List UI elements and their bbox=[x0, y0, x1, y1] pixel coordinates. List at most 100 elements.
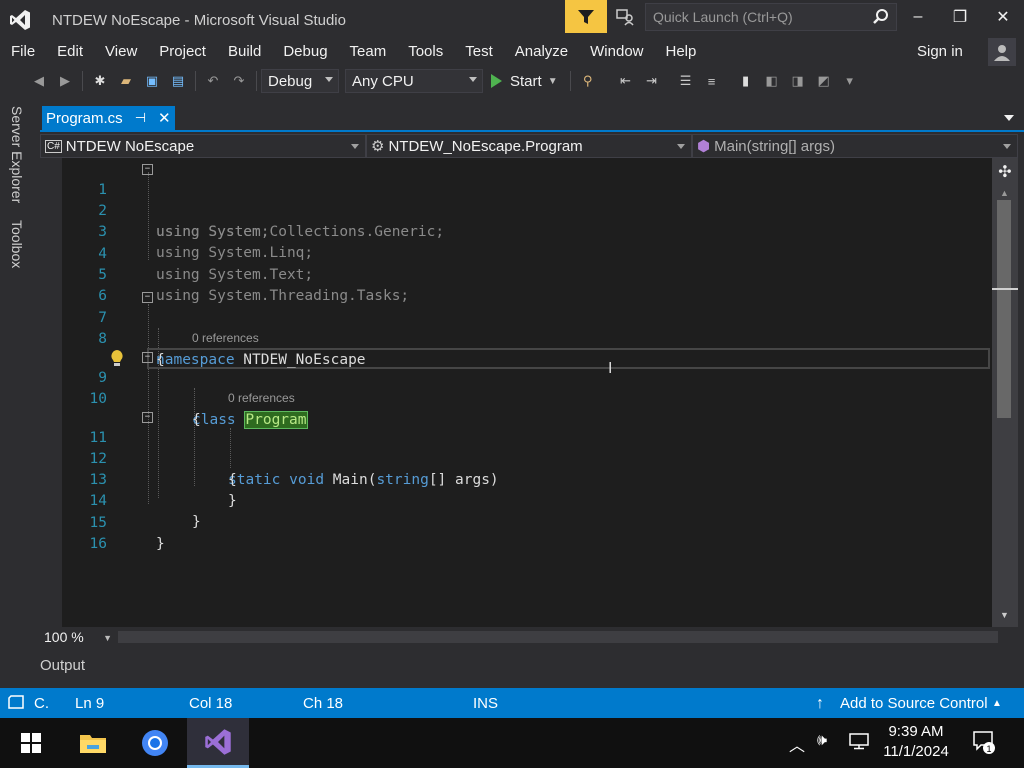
split-window-icon[interactable]: ✣ bbox=[995, 162, 1015, 182]
system-clock[interactable]: 9:39 AM 11/1/2024 bbox=[876, 722, 956, 762]
status-line: Ln 9 bbox=[75, 695, 105, 712]
new-project-icon[interactable]: ✱ bbox=[89, 70, 111, 92]
code-editor[interactable]: 1 − using System; 2 using System.Collect… bbox=[40, 158, 992, 627]
toolbox-tab[interactable]: Toolbox bbox=[9, 220, 25, 268]
search-icon[interactable] bbox=[872, 8, 890, 29]
standard-toolbar: ◀ ▶ ✱ ▰ ▣ ▤ ↶ ↷ Debug Any CPU Start ▼ ⚲ … bbox=[0, 66, 1024, 96]
tab-program-cs[interactable]: Program.cs ⊣ ✕ bbox=[42, 106, 175, 130]
account-avatar-icon[interactable] bbox=[988, 38, 1016, 66]
clear-bookmarks-icon[interactable]: ◩ bbox=[813, 70, 835, 92]
collapse-icon[interactable]: − bbox=[142, 164, 153, 175]
type-dropdown[interactable]: ⚙ NTDEW_NoEscape.Program bbox=[366, 134, 692, 158]
editor-horizontal-scrollbar[interactable] bbox=[118, 631, 998, 643]
code-line: 3 using System.Linq; bbox=[40, 201, 992, 261]
toolbar-separator bbox=[256, 71, 257, 91]
line-number: 16 bbox=[89, 536, 107, 552]
uncomment-lines-icon[interactable]: ≡ bbox=[701, 70, 723, 92]
scrollbar-thumb[interactable] bbox=[997, 200, 1011, 418]
chevron-down-icon bbox=[677, 144, 685, 149]
navigation-bar: C# NTDEW NoEscape ⚙ NTDEW_NoEscape.Progr… bbox=[40, 134, 1018, 158]
tab-overflow-dropdown-icon[interactable] bbox=[1004, 115, 1014, 121]
chevron-down-icon: ▼ bbox=[103, 633, 112, 643]
minimize-button[interactable]: – bbox=[897, 0, 939, 33]
indent-icon[interactable]: ⇥ bbox=[641, 70, 663, 92]
notification-filter-icon[interactable] bbox=[565, 0, 607, 33]
menu-window[interactable]: Window bbox=[579, 40, 654, 64]
save-icon[interactable]: ▣ bbox=[141, 70, 163, 92]
codelens-references[interactable]: 0 references bbox=[228, 391, 295, 405]
menu-file[interactable]: File bbox=[0, 40, 46, 64]
next-bookmark-icon[interactable]: ◨ bbox=[787, 70, 809, 92]
windows-start-icon[interactable] bbox=[0, 718, 62, 768]
solution-platform-dropdown[interactable]: Any CPU bbox=[345, 69, 483, 93]
pin-icon[interactable]: ⊣ bbox=[135, 110, 146, 126]
code-line: 10 { bbox=[40, 368, 992, 428]
menu-project[interactable]: Project bbox=[148, 40, 217, 64]
restore-button[interactable]: ❐ bbox=[939, 0, 981, 33]
solution-configuration-dropdown[interactable]: Debug bbox=[261, 69, 339, 93]
codelens-references[interactable]: 0 references bbox=[192, 331, 259, 345]
menu-view[interactable]: View bbox=[94, 40, 148, 64]
menu-edit[interactable]: Edit bbox=[46, 40, 94, 64]
chevron-down-icon bbox=[469, 77, 477, 82]
close-button[interactable]: ✕ bbox=[982, 0, 1024, 33]
code-line: 1 − using System; bbox=[40, 159, 992, 240]
server-explorer-tab[interactable]: Server Explorer bbox=[9, 106, 25, 203]
previous-bookmark-icon[interactable]: ◧ bbox=[761, 70, 783, 92]
volume-icon[interactable]: 🕪 bbox=[817, 732, 827, 750]
toolbar-overflow-icon[interactable]: ▾ bbox=[839, 70, 861, 92]
project-dropdown[interactable]: C# NTDEW NoEscape bbox=[40, 134, 366, 158]
comment-lines-icon[interactable]: ☰ bbox=[675, 70, 697, 92]
close-tab-icon[interactable]: ✕ bbox=[158, 109, 171, 127]
menu-test[interactable]: Test bbox=[454, 40, 504, 64]
editor-vertical-scrollbar[interactable]: ✣ ▲ ▼ bbox=[992, 158, 1018, 627]
quick-launch-input[interactable]: Quick Launch (Ctrl+Q) bbox=[645, 3, 897, 31]
visual-studio-taskbar-icon[interactable] bbox=[187, 718, 249, 768]
find-in-files-icon[interactable]: ⚲ bbox=[577, 70, 599, 92]
outdent-icon[interactable]: ⇤ bbox=[615, 70, 637, 92]
member-dropdown[interactable]: ⬢ Main(string[] args) bbox=[692, 134, 1018, 158]
start-debugging-button[interactable]: Start ▼ bbox=[491, 73, 558, 90]
status-ready-icon bbox=[8, 694, 26, 714]
file-explorer-icon[interactable] bbox=[62, 718, 124, 768]
menu-help[interactable]: Help bbox=[655, 40, 708, 64]
notification-count: 1 bbox=[986, 744, 991, 754]
status-char: Ch 18 bbox=[303, 695, 344, 712]
lightbulb-icon[interactable] bbox=[109, 349, 125, 370]
feedback-icon[interactable] bbox=[612, 4, 638, 30]
code-line: 2 using System.Collections.Generic; bbox=[40, 180, 992, 240]
chrome-browser-icon[interactable] bbox=[124, 718, 186, 768]
chevron-down-icon[interactable]: ▼ bbox=[548, 76, 558, 87]
menu-debug[interactable]: Debug bbox=[272, 40, 338, 64]
action-center-icon[interactable]: 1 bbox=[972, 730, 996, 759]
chevron-up-icon[interactable]: ▲ bbox=[992, 698, 1002, 709]
navigate-forward-icon[interactable]: ▶ bbox=[54, 70, 76, 92]
menu-tools[interactable]: Tools bbox=[397, 40, 454, 64]
chevron-down-icon bbox=[325, 77, 333, 82]
save-all-icon[interactable]: ▤ bbox=[167, 70, 189, 92]
windows-taskbar: ︿ 🕪 9:39 AM 11/1/2024 1 bbox=[0, 718, 1024, 768]
collapse-icon[interactable]: − bbox=[142, 292, 153, 303]
scroll-up-icon[interactable]: ▲ bbox=[1000, 188, 1009, 198]
undo-icon[interactable]: ↶ bbox=[202, 70, 224, 92]
bookmark-icon[interactable]: ▮ bbox=[735, 70, 757, 92]
open-file-icon[interactable]: ▰ bbox=[115, 70, 137, 92]
scroll-down-icon[interactable]: ▼ bbox=[1000, 610, 1009, 620]
menu-analyze[interactable]: Analyze bbox=[504, 40, 579, 64]
add-to-source-control-button[interactable]: Add to Source Control bbox=[840, 695, 988, 712]
show-hidden-icons-icon[interactable]: ︿ bbox=[789, 732, 805, 756]
window-title: NTDEW NoEscape - Microsoft Visual Studio bbox=[52, 11, 346, 29]
menu-team[interactable]: Team bbox=[339, 40, 398, 64]
redo-icon[interactable]: ↷ bbox=[228, 70, 250, 92]
navigate-back-icon[interactable]: ◀ bbox=[28, 70, 50, 92]
output-panel-tab[interactable]: Output bbox=[40, 657, 85, 674]
project-value: NTDEW NoEscape bbox=[65, 137, 195, 155]
zoom-dropdown[interactable]: 100 % ▼ bbox=[40, 629, 112, 645]
sign-in-link[interactable]: Sign in bbox=[917, 43, 963, 60]
network-icon[interactable] bbox=[848, 732, 870, 755]
visual-studio-logo-icon[interactable] bbox=[0, 0, 40, 40]
arrow-up-icon[interactable]: ↑ bbox=[816, 695, 824, 713]
collapse-icon[interactable]: − bbox=[142, 412, 153, 423]
collapse-icon[interactable]: − bbox=[142, 352, 153, 363]
menu-build[interactable]: Build bbox=[217, 40, 272, 64]
